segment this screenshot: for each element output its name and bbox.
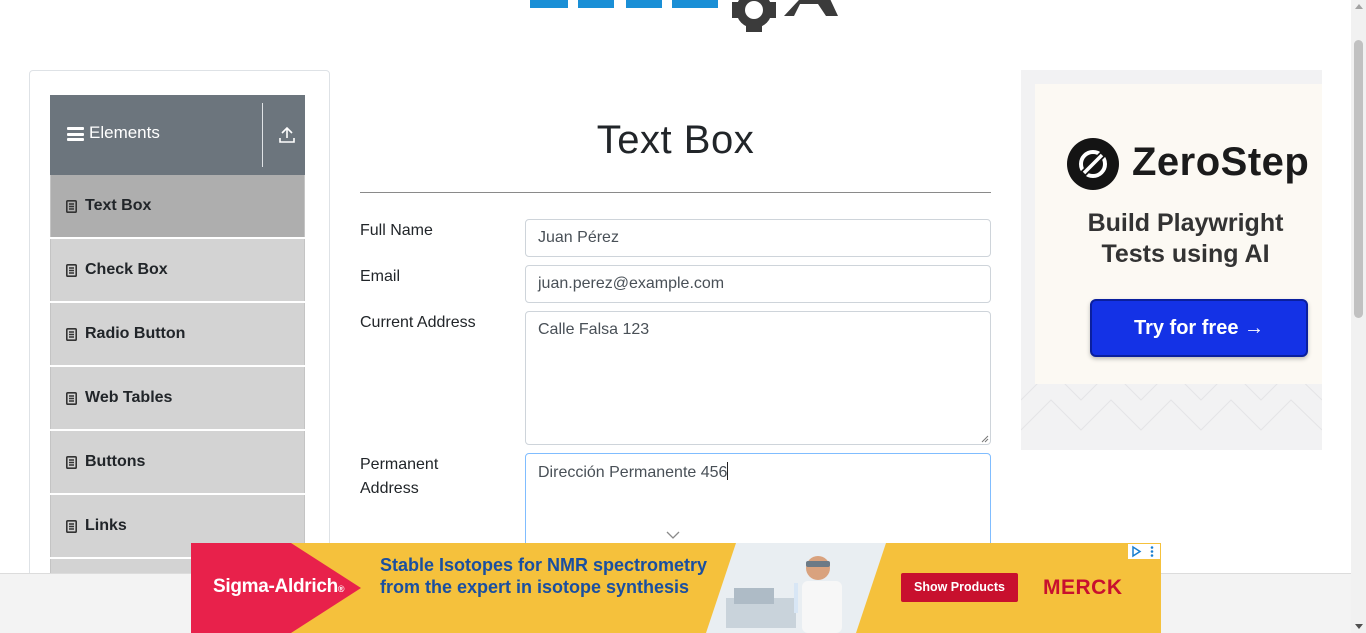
- sidebar-item-label: Links: [85, 517, 127, 534]
- current-address-textarea[interactable]: Calle Falsa 123: [525, 311, 991, 445]
- document-icon: [66, 200, 77, 213]
- ad-tagline-line2: Tests using AI: [1101, 240, 1270, 268]
- sidebar-item-label: Radio Button: [85, 325, 186, 342]
- elements-group-header[interactable]: Elements: [50, 95, 305, 175]
- ad-headline: Stable Isotopes for NMR spectrometry fro…: [380, 555, 708, 597]
- ad-brand-left: Sigma-Aldrich®: [213, 576, 345, 598]
- sidebar-item-text-box[interactable]: Text Box: [50, 175, 305, 237]
- chevron-down-icon: [666, 527, 680, 539]
- sidebar-item-check-box[interactable]: Check Box: [50, 239, 305, 301]
- full-name-input[interactable]: Juan Pérez: [525, 219, 991, 257]
- ad-brand-left-mark: ®: [337, 584, 345, 594]
- permanent-address-value: Dirección Permanente 456: [538, 464, 728, 481]
- sidebar-item-buttons[interactable]: Buttons: [50, 431, 305, 493]
- sidebar-menu: Text Box Check Box Radio Button Web Tabl…: [50, 175, 305, 573]
- scroll-down-arrow-icon[interactable]: [1355, 624, 1363, 629]
- zerostep-logo-icon: [1066, 137, 1120, 191]
- ad-tagline: Build Playwright Tests using AI: [1035, 208, 1322, 270]
- permanent-address-textarea[interactable]: Dirección Permanente 456: [525, 453, 991, 553]
- ad-panel: ZeroStep Build Playwright Tests using AI…: [1035, 84, 1322, 384]
- document-icon: [66, 392, 77, 405]
- show-products-button[interactable]: Show Products: [901, 573, 1018, 602]
- sigma-aldrich-ad[interactable]: Sigma-Aldrich® Stable Isotopes for NMR s…: [191, 543, 1161, 633]
- resize-grip-icon[interactable]: [979, 433, 989, 443]
- sidebar-item-label: Check Box: [85, 261, 168, 278]
- ad-choices-icon[interactable]: [1128, 544, 1160, 559]
- group-title: Elements: [89, 123, 160, 142]
- page-title: Text Box: [596, 118, 755, 162]
- header-divider: [262, 103, 263, 167]
- current-address-value: Calle Falsa 123: [538, 321, 650, 338]
- ad-tagline-line1: Build Playwright: [1087, 209, 1284, 237]
- title-divider: [360, 192, 991, 193]
- full-name-label: Full Name: [360, 222, 433, 239]
- current-address-label: Current Address: [360, 314, 476, 331]
- sidebar-item-label: Text Box: [85, 197, 152, 214]
- scroll-up-arrow-icon[interactable]: [1355, 4, 1363, 9]
- document-icon: [66, 520, 77, 533]
- document-icon: [66, 456, 77, 469]
- ad-brand-left-name: Sigma-Aldrich: [213, 576, 338, 597]
- sidebar-item-label: Buttons: [85, 453, 146, 470]
- scroll-thumb[interactable]: [1354, 40, 1363, 318]
- ad-brand-right: MERCK: [1043, 576, 1123, 599]
- sidebar-item-web-tables[interactable]: Web Tables: [50, 367, 305, 429]
- document-icon: [66, 264, 77, 277]
- permanent-address-label: Permanent Address: [360, 453, 438, 501]
- zerostep-ad[interactable]: ZeroStep Build Playwright Tests using AI…: [1021, 70, 1322, 450]
- text-caret: [727, 462, 729, 480]
- permanent-label-line1: Permanent: [360, 456, 439, 473]
- site-logo[interactable]: [522, 0, 842, 36]
- try-for-free-button[interactable]: Try for free →: [1090, 299, 1308, 357]
- permanent-label-line2: Address: [360, 480, 419, 497]
- document-icon: [66, 328, 77, 341]
- email-input[interactable]: juan.perez@example.com: [525, 265, 991, 303]
- menu-icon: [67, 127, 84, 141]
- ad-brand: ZeroStep: [1132, 140, 1310, 184]
- collapse-up-icon[interactable]: [278, 125, 296, 145]
- sidebar-item-radio-button[interactable]: Radio Button: [50, 303, 305, 365]
- email-label: Email: [360, 268, 401, 285]
- ad-lab-photo: [706, 543, 886, 633]
- sidebar-item-label: Web Tables: [85, 389, 173, 406]
- page-scrollbar[interactable]: [1351, 0, 1366, 633]
